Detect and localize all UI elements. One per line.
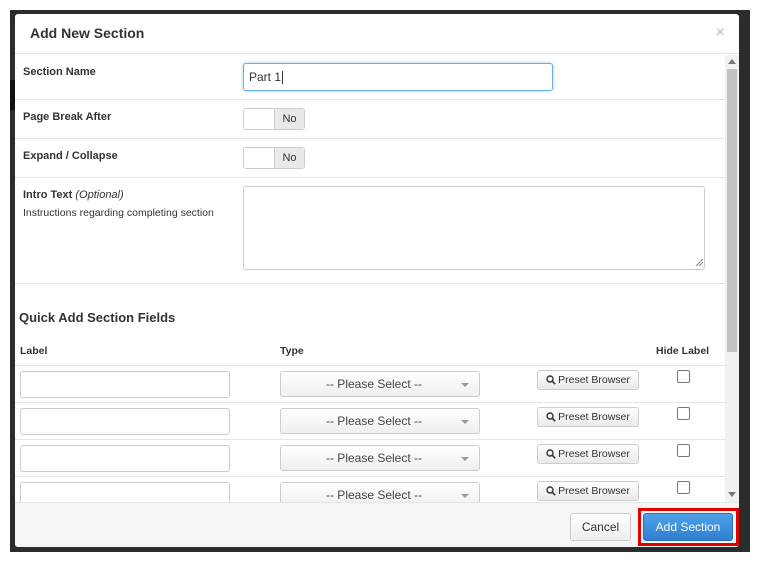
- intro-text-label-text: Intro Text: [23, 189, 73, 201]
- preset-browser-label: Preset Browser: [558, 448, 630, 460]
- dialog-footer: Cancel Add Section: [15, 502, 739, 547]
- scroll-thumb[interactable]: [727, 69, 737, 352]
- expand-collapse-toggle-value: No: [274, 148, 304, 168]
- search-icon: [546, 449, 556, 459]
- field-type-select[interactable]: -- Please Select --: [280, 408, 480, 434]
- section-name-value: Part 1: [249, 70, 282, 84]
- preset-browser-label: Preset Browser: [558, 411, 630, 423]
- hide-label-checkbox[interactable]: [677, 407, 690, 420]
- search-icon: [546, 486, 556, 496]
- field-label-input[interactable]: [20, 482, 230, 502]
- intro-text-row: Intro Text (Optional) Instructions regar…: [15, 178, 725, 284]
- chevron-down-icon: [461, 494, 469, 498]
- page-break-toggle[interactable]: No: [243, 108, 305, 130]
- quick-field-row: -- Please Select -- Preset Browser: [15, 402, 725, 439]
- preset-browser-label: Preset Browser: [558, 374, 630, 386]
- resize-grip-icon[interactable]: [695, 258, 703, 266]
- field-type-value: -- Please Select --: [325, 414, 423, 428]
- section-name-label: Section Name: [23, 66, 96, 78]
- scroll-up-arrow-icon[interactable]: [728, 59, 736, 64]
- page-break-label: Page Break After: [23, 111, 112, 123]
- column-hide-label-header: Hide Label: [656, 345, 710, 357]
- quick-field-row: -- Please Select -- Preset Browser: [15, 476, 725, 502]
- expand-collapse-label: Expand / Collapse: [23, 150, 118, 162]
- dialog-title: Add New Section: [30, 25, 145, 41]
- field-type-select[interactable]: -- Please Select --: [280, 371, 480, 397]
- page-break-row: Page Break After No: [15, 100, 725, 139]
- chevron-down-icon: [461, 420, 469, 424]
- dialog-body: Section Name Part 1 Page Break After No …: [15, 55, 725, 502]
- intro-text-area[interactable]: [243, 186, 705, 270]
- hide-label-checkbox[interactable]: [677, 444, 690, 457]
- search-icon: [546, 375, 556, 385]
- expand-collapse-row: Expand / Collapse No: [15, 139, 725, 178]
- add-section-dialog: Add New Section × Section Name Part 1 Pa…: [15, 14, 739, 547]
- cancel-button[interactable]: Cancel: [570, 513, 631, 541]
- hide-label-checkbox[interactable]: [677, 481, 690, 494]
- column-label-header: Label: [20, 345, 48, 357]
- expand-collapse-toggle[interactable]: No: [243, 147, 305, 169]
- preset-browser-button[interactable]: Preset Browser: [537, 407, 639, 427]
- quick-field-row: -- Please Select -- Preset Browser: [15, 439, 725, 476]
- dialog-scrollbar[interactable]: [725, 55, 739, 502]
- preset-browser-button[interactable]: Preset Browser: [537, 481, 639, 501]
- section-name-input[interactable]: Part 1: [243, 63, 553, 91]
- intro-text-help: Instructions regarding completing sectio…: [23, 207, 214, 219]
- intro-text-label: Intro Text (Optional): [23, 189, 124, 201]
- search-icon: [546, 412, 556, 422]
- dialog-header: Add New Section ×: [15, 14, 739, 54]
- preset-browser-label: Preset Browser: [558, 485, 630, 497]
- preset-browser-button[interactable]: Preset Browser: [537, 444, 639, 464]
- field-type-select[interactable]: -- Please Select --: [280, 445, 480, 471]
- quick-add-heading: Quick Add Section Fields: [19, 310, 176, 325]
- field-type-value: -- Please Select --: [325, 488, 423, 502]
- chevron-down-icon: [461, 383, 469, 387]
- field-label-input[interactable]: [20, 445, 230, 472]
- add-section-button[interactable]: Add Section: [643, 513, 733, 541]
- column-type-header: Type: [280, 345, 304, 357]
- field-type-value: -- Please Select --: [325, 377, 423, 391]
- field-type-value: -- Please Select --: [325, 451, 423, 465]
- page-break-toggle-value: No: [274, 109, 304, 129]
- optional-hint: (Optional): [75, 189, 124, 201]
- scroll-down-arrow-icon[interactable]: [728, 492, 736, 497]
- text-caret: [282, 71, 284, 85]
- field-label-input[interactable]: [20, 408, 230, 435]
- field-label-input[interactable]: [20, 371, 230, 398]
- section-name-row: Section Name Part 1: [15, 55, 725, 100]
- field-type-select[interactable]: -- Please Select --: [280, 482, 480, 502]
- chevron-down-icon: [461, 457, 469, 461]
- close-icon[interactable]: ×: [716, 25, 725, 41]
- quick-field-row: -- Please Select -- Preset Browser: [15, 365, 725, 402]
- preset-browser-button[interactable]: Preset Browser: [537, 370, 639, 390]
- hide-label-checkbox[interactable]: [677, 370, 690, 383]
